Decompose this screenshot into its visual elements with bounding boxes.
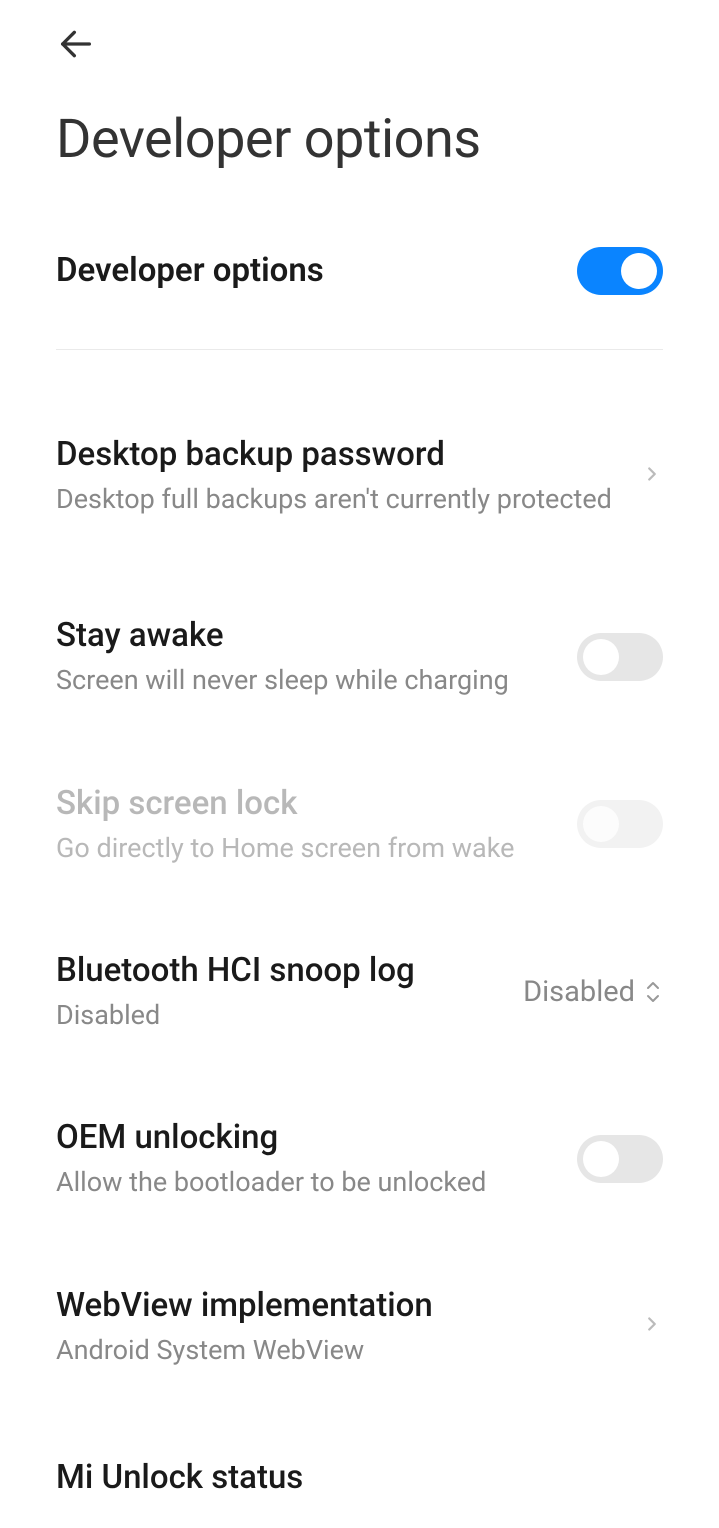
stay-awake-item[interactable]: Stay awake Screen will never sleep while… <box>0 591 719 722</box>
skip-screen-lock-toggle <box>577 800 663 848</box>
item-title: Desktop backup password <box>56 434 621 477</box>
item-subtitle: Go directly to Home screen from wake <box>56 830 557 866</box>
item-title: Bluetooth HCI snoop log <box>56 950 503 993</box>
skip-screen-lock-item: Skip screen lock Go directly to Home scr… <box>0 759 719 890</box>
settings-list: Developer options Desktop backup passwor… <box>0 221 719 1528</box>
item-subtitle: Screen will never sleep while charging <box>56 662 557 698</box>
page-title: Developer options <box>0 68 719 221</box>
item-title: WebView implementation <box>56 1285 621 1328</box>
bluetooth-hci-snoop-item[interactable]: Bluetooth HCI snoop log Disabled Disable… <box>0 926 719 1057</box>
item-title: Skip screen lock <box>56 783 557 826</box>
item-title: OEM unlocking <box>56 1117 557 1160</box>
mi-unlock-status-item[interactable]: Mi Unlock status <box>0 1428 719 1528</box>
chevron-right-icon <box>641 1313 663 1339</box>
developer-options-toggle[interactable] <box>577 247 663 295</box>
stay-awake-toggle[interactable] <box>577 633 663 681</box>
item-subtitle: Android System WebView <box>56 1332 621 1368</box>
item-subtitle: Disabled <box>56 997 503 1033</box>
developer-options-master[interactable]: Developer options <box>0 221 719 321</box>
divider <box>56 349 663 350</box>
webview-implementation-item[interactable]: WebView implementation Android System We… <box>0 1261 719 1392</box>
bluetooth-hci-value: Disabled <box>523 975 663 1009</box>
chevron-right-icon <box>641 463 663 489</box>
oem-unlocking-toggle[interactable] <box>577 1135 663 1183</box>
item-title: Developer options <box>56 250 557 293</box>
desktop-backup-password-item[interactable]: Desktop backup password Desktop full bac… <box>0 410 719 541</box>
item-title: Stay awake <box>56 615 557 658</box>
arrow-left-icon <box>56 24 96 64</box>
back-button[interactable] <box>56 24 96 68</box>
chevron-up-down-icon <box>643 979 663 1005</box>
item-subtitle: Desktop full backups aren't currently pr… <box>56 481 621 517</box>
item-subtitle: Allow the bootloader to be unlocked <box>56 1164 557 1200</box>
oem-unlocking-item[interactable]: OEM unlocking Allow the bootloader to be… <box>0 1093 719 1224</box>
item-title: Mi Unlock status <box>56 1457 643 1500</box>
